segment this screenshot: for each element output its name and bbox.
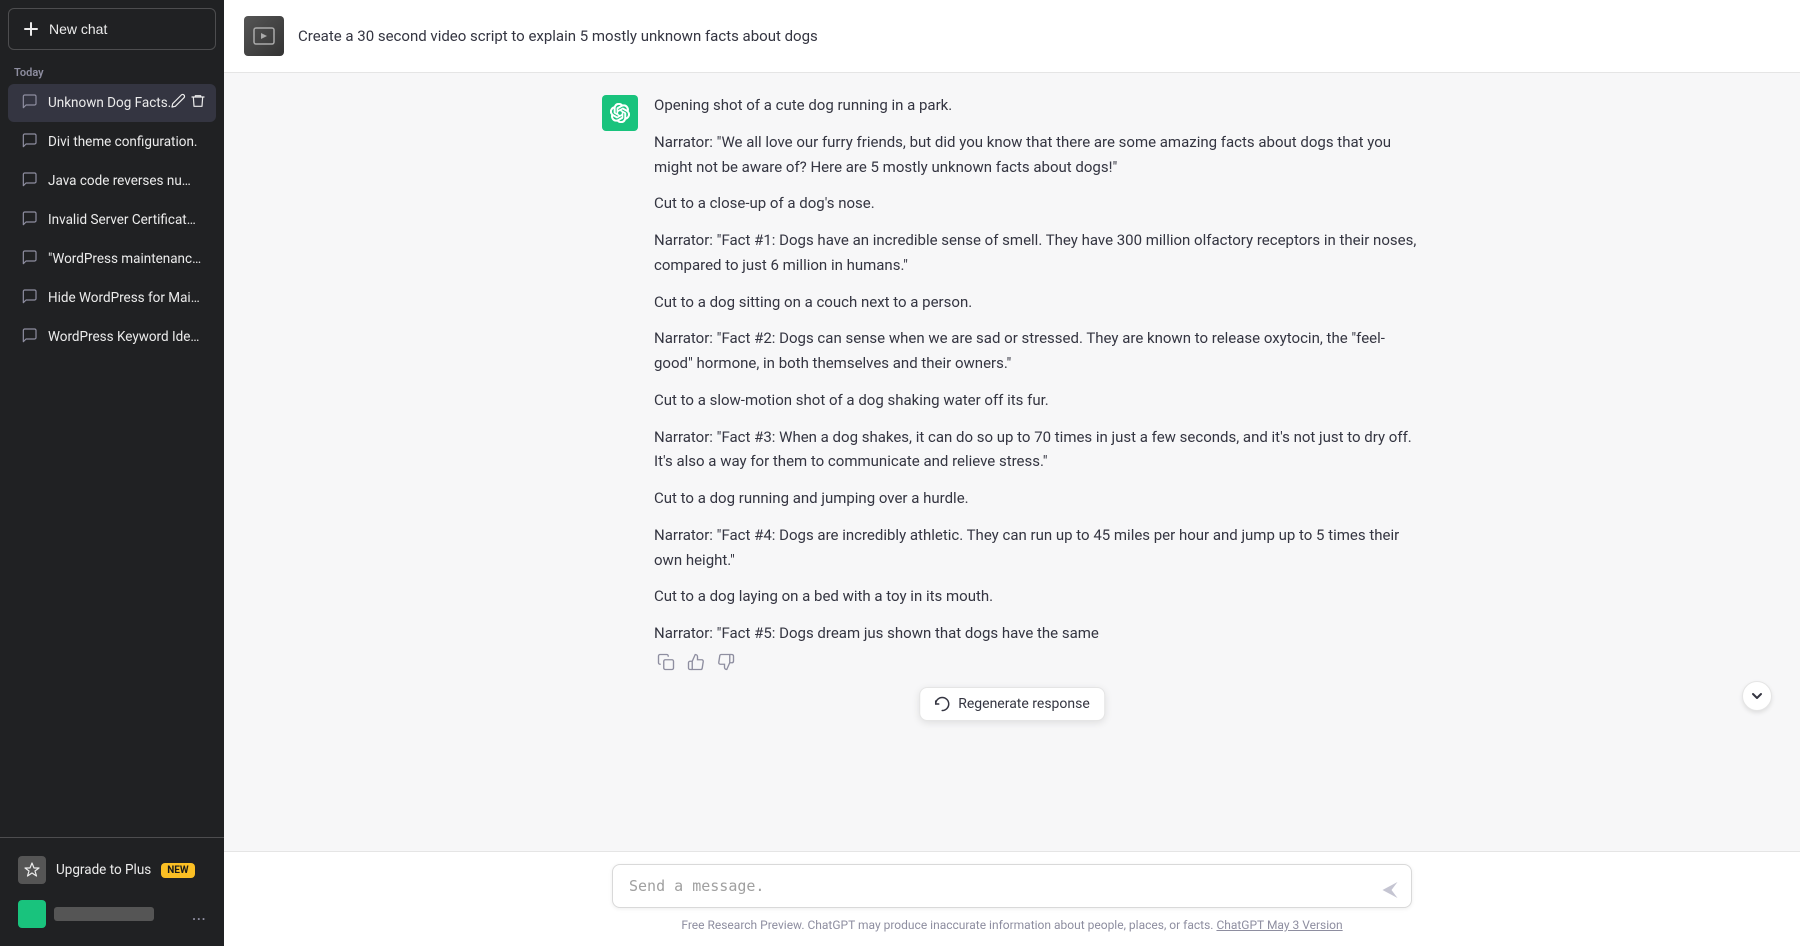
input-container xyxy=(612,864,1412,912)
sidebar: New chat Today Unknown Dog Facts. xyxy=(0,0,224,946)
chat-item-keyword-ideas[interactable]: WordPress Keyword Ideas. xyxy=(8,318,216,356)
plus-icon xyxy=(23,21,39,37)
regenerate-popup[interactable]: Regenerate response xyxy=(919,687,1105,721)
new-badge: NEW xyxy=(161,863,194,878)
main-content: Create a 30 second video script to expla… xyxy=(224,0,1800,946)
msg-para-8: Cut to a dog running and jumping over a … xyxy=(654,486,1422,511)
chat-item-label: Hide WordPress for Maintenan xyxy=(48,290,202,306)
chat-item-java-code[interactable]: Java code reverses numbers. xyxy=(8,162,216,200)
chat-bubble-icon xyxy=(22,249,38,269)
msg-para-4: Cut to a dog sitting on a couch next to … xyxy=(654,290,1422,315)
msg-para-7: Narrator: "Fact #3: When a dog shakes, i… xyxy=(654,425,1422,475)
chat-item-label: "WordPress maintenance plug xyxy=(48,251,202,267)
chat-item-label: WordPress Keyword Ideas. xyxy=(48,329,202,345)
message-input[interactable] xyxy=(612,864,1412,908)
new-chat-button[interactable]: New chat xyxy=(8,8,216,50)
refresh-icon xyxy=(934,696,950,712)
thumbs-down-button[interactable] xyxy=(714,650,738,674)
footer-link[interactable]: ChatGPT May 3 Version xyxy=(1216,918,1342,932)
more-options-icon[interactable]: ... xyxy=(192,904,206,925)
chat-bubble-icon xyxy=(22,288,38,308)
chat-item-actions xyxy=(170,93,206,113)
assistant-avatar xyxy=(602,95,638,131)
upgrade-icon xyxy=(18,856,46,884)
msg-para-2: Cut to a close-up of a dog's nose. xyxy=(654,191,1422,216)
prompt-thumbnail xyxy=(244,16,284,56)
chat-item-label: Divi theme configuration. xyxy=(48,134,202,150)
edit-icon[interactable] xyxy=(170,93,186,113)
message-text: Opening shot of a cute dog running in a … xyxy=(654,93,1422,646)
messages-area[interactable]: Opening shot of a cute dog running in a … xyxy=(224,73,1800,851)
msg-para-6: Cut to a slow-motion shot of a dog shaki… xyxy=(654,388,1422,413)
section-today-label: Today xyxy=(0,58,224,83)
msg-para-0: Opening shot of a cute dog running in a … xyxy=(654,93,1422,118)
copy-button[interactable] xyxy=(654,650,678,674)
send-icon xyxy=(1380,880,1400,900)
chat-bubble-icon xyxy=(22,210,38,230)
prompt-text: Create a 30 second video script to expla… xyxy=(298,27,818,45)
chat-item-label: Invalid Server Certificate Error xyxy=(48,212,202,228)
chat-bubble-icon xyxy=(22,132,38,152)
user-avatar xyxy=(18,900,46,928)
footer-note: Free Research Preview. ChatGPT may produ… xyxy=(244,912,1780,940)
chat-item-label: Java code reverses numbers. xyxy=(48,173,202,189)
msg-para-10: Cut to a dog laying on a bed with a toy … xyxy=(654,584,1422,609)
chat-item-wordpress-maint[interactable]: "WordPress maintenance plug xyxy=(8,240,216,278)
delete-icon[interactable] xyxy=(190,93,206,113)
chat-item-divi-theme[interactable]: Divi theme configuration. xyxy=(8,123,216,161)
msg-para-9: Narrator: "Fact #4: Dogs are incredibly … xyxy=(654,523,1422,573)
prompt-header: Create a 30 second video script to expla… xyxy=(224,0,1800,73)
chat-bubble-icon xyxy=(22,171,38,191)
chat-bubble-icon xyxy=(22,327,38,347)
message-actions xyxy=(654,650,1422,674)
chat-bubble-icon xyxy=(22,93,38,113)
chevron-down-icon xyxy=(1749,688,1765,704)
input-area: Free Research Preview. ChatGPT may produ… xyxy=(224,851,1800,946)
footer-text: Free Research Preview. ChatGPT may produ… xyxy=(681,918,1213,932)
user-settings-row[interactable]: ... xyxy=(8,892,216,936)
msg-para-5: Narrator: "Fact #2: Dogs can sense when … xyxy=(654,326,1422,376)
scroll-to-bottom-button[interactable] xyxy=(1742,681,1772,711)
msg-para-3: Narrator: "Fact #1: Dogs have an incredi… xyxy=(654,228,1422,278)
upgrade-label: Upgrade to Plus xyxy=(56,862,151,878)
message-content: Opening shot of a cute dog running in a … xyxy=(654,93,1422,674)
assistant-message: Opening shot of a cute dog running in a … xyxy=(562,73,1462,694)
msg-para-11: Narrator: "Fact #5: Dogs dream jus shown… xyxy=(654,621,1422,646)
chat-item-unknown-dog-facts[interactable]: Unknown Dog Facts. xyxy=(8,84,216,122)
user-name xyxy=(54,907,154,921)
thumbs-up-button[interactable] xyxy=(684,650,708,674)
regenerate-label: Regenerate response xyxy=(958,696,1090,712)
upgrade-to-plus-row[interactable]: Upgrade to Plus NEW xyxy=(8,848,216,892)
send-button[interactable] xyxy=(1380,880,1400,900)
chat-list: Unknown Dog Facts. Divi theme configurat… xyxy=(0,83,224,837)
msg-para-1: Narrator: "We all love our furry friends… xyxy=(654,130,1422,180)
sidebar-bottom: Upgrade to Plus NEW ... xyxy=(0,837,224,946)
chat-item-invalid-cert[interactable]: Invalid Server Certificate Error xyxy=(8,201,216,239)
new-chat-label: New chat xyxy=(49,21,107,37)
chat-item-hide-wordpress[interactable]: Hide WordPress for Maintenan xyxy=(8,279,216,317)
